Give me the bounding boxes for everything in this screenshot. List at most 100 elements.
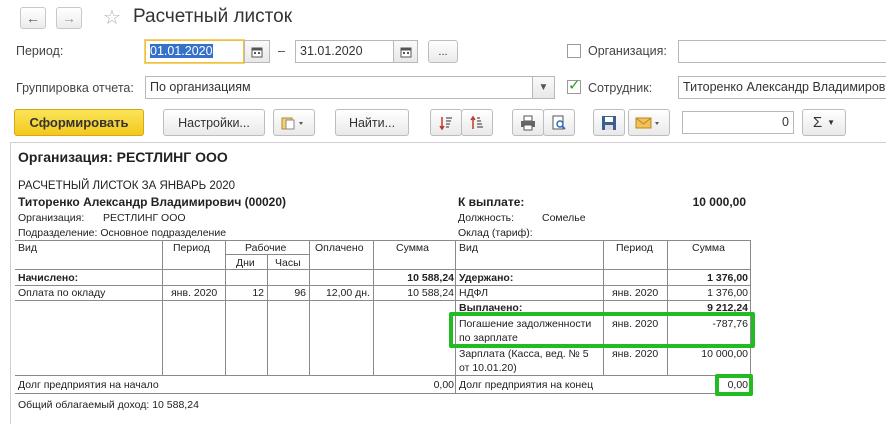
accrual-days: 12 — [252, 287, 264, 299]
calendar-icon — [251, 47, 263, 57]
preview-button[interactable] — [543, 109, 575, 136]
period-to-input[interactable]: 31.01.2020 — [295, 40, 394, 63]
window-title: Расчетный листок — [133, 6, 293, 27]
ndfl-period: янв. 2020 — [612, 287, 659, 299]
period-select-button[interactable]: ... — [428, 40, 458, 63]
org-value-small: РЕСТЛИНГ ООО — [103, 212, 186, 224]
sort-desc-icon — [439, 116, 452, 130]
period-to-calendar-button[interactable] — [394, 40, 418, 63]
organization-input[interactable] — [678, 40, 886, 63]
settings-button[interactable]: Настройки... — [163, 109, 265, 136]
sort-asc-button[interactable] — [461, 109, 493, 136]
accrual-row-border — [15, 300, 750, 301]
organization-checkbox[interactable] — [567, 44, 581, 58]
debt-end-label: Долг предприятия на конец — [459, 379, 594, 391]
department: Подразделение: Основное подразделение — [18, 227, 227, 239]
header-right-type: Вид — [459, 242, 478, 254]
period-dash: – — [278, 44, 285, 58]
grouping-select[interactable]: По организациям — [145, 76, 533, 99]
taxable-income: Общий облагаемый доход: 10 588,24 — [18, 399, 199, 411]
accrued-total: 10 588,24 — [407, 272, 454, 284]
header-hours: Часы — [275, 257, 301, 269]
accrued-row-border — [15, 285, 455, 286]
accrued-label: Начислено: — [18, 272, 79, 284]
find-button[interactable]: Найти... — [335, 109, 409, 136]
accrual-paid: 12,00 дн. — [325, 287, 370, 299]
debt-start-value: 0,00 — [433, 379, 454, 391]
salary-amount: 10 000,00 — [701, 348, 748, 360]
debt-footer-bottom — [15, 393, 750, 394]
position-label: Должность: — [458, 212, 515, 224]
accrual-type: Оплата по окладу — [18, 287, 106, 299]
salary-type-line2: от 10.01.20) — [459, 362, 517, 374]
chevron-down-icon: ▼ — [827, 118, 836, 127]
sort-desc-button[interactable] — [430, 109, 462, 136]
accrual-hours: 96 — [294, 287, 306, 299]
col-line-hours — [267, 254, 268, 375]
salary-rate-label: Оклад (тариф): — [458, 227, 533, 239]
header-bottom-border — [15, 269, 750, 270]
header-right-amount: Сумма — [692, 242, 725, 254]
debt-start-label: Долг предприятия на начало — [18, 379, 159, 391]
sum-mode-button[interactable]: Σ ▼ — [802, 109, 846, 136]
sort-asc-icon — [470, 115, 483, 129]
ndfl-amount: 1 376,00 — [707, 287, 748, 299]
withheld-label: Удержано: — [459, 272, 514, 284]
variant-icon — [281, 117, 303, 129]
forward-arrow-icon: → — [62, 10, 76, 26]
employee-name: Титоренко Александр Владимирович (00020) — [18, 195, 287, 209]
ndfl-type: НДФЛ — [459, 287, 488, 299]
sum-field[interactable]: 0 — [682, 111, 794, 134]
checkmark-icon: ✓ — [568, 77, 581, 94]
header-right-period: Период — [616, 242, 653, 254]
table-top-border — [15, 240, 750, 241]
header-paid: Оплачено — [315, 242, 364, 254]
period-from-calendar-button[interactable] — [244, 40, 270, 63]
back-arrow-icon: ← — [26, 10, 40, 26]
to-pay-value: 10 000,00 — [692, 195, 746, 209]
save-icon — [602, 115, 616, 130]
organization-label: Организация: — [588, 44, 667, 58]
header-working: Рабочие — [245, 242, 287, 254]
save-button[interactable] — [593, 109, 625, 136]
accrual-period: янв. 2020 — [171, 287, 218, 299]
org-label-small: Организация: — [18, 212, 85, 224]
col-line-period — [162, 240, 163, 375]
forward-button[interactable]: → — [56, 7, 82, 29]
debt-row-highlight — [449, 312, 755, 348]
header-days: Дни — [236, 257, 255, 269]
header-period: Период — [173, 242, 210, 254]
preview-icon — [552, 115, 566, 130]
accrual-amount: 10 588,24 — [407, 287, 454, 299]
to-pay-label: К выплате: — [458, 195, 525, 209]
generate-button[interactable]: Сформировать — [14, 109, 144, 136]
org-header: Организация: РЕСТЛИНГ ООО — [18, 149, 228, 165]
period-from-input[interactable]: 01.01.2020 — [145, 40, 244, 63]
calendar-icon — [400, 47, 411, 57]
debt-end-highlight — [715, 374, 753, 396]
grouping-dropdown-button[interactable]: ▼ — [533, 76, 555, 99]
col-line-paid — [309, 240, 310, 375]
salary-period: янв. 2020 — [612, 348, 659, 360]
col-line-days — [225, 240, 226, 375]
print-icon — [521, 115, 535, 130]
employee-label: Сотрудник: — [588, 81, 653, 95]
header-amount: Сумма — [396, 242, 429, 254]
print-button[interactable] — [512, 109, 544, 136]
period-label: Период: — [16, 44, 64, 58]
back-button[interactable]: ← — [20, 7, 46, 29]
salary-type-line1: Зарплата (Касса, вед. № 5 — [459, 348, 589, 360]
table-body-bottom — [15, 375, 750, 376]
grouping-label: Группировка отчета: — [16, 81, 134, 95]
mail-icon — [635, 117, 659, 128]
chevron-down-icon: ▼ — [538, 82, 549, 93]
variant-button[interactable] — [273, 109, 315, 136]
employee-input[interactable]: Титоренко Александр Владимиров — [678, 76, 886, 99]
mail-button[interactable] — [628, 109, 670, 136]
payslip-title: РАСЧЕТНЫЙ ЛИСТОК ЗА ЯНВАРЬ 2020 — [18, 180, 236, 192]
withheld-total: 1 376,00 — [707, 272, 748, 284]
header-type: Вид — [18, 242, 37, 254]
favorite-star-icon[interactable]: ☆ — [103, 5, 121, 30]
col-line-right-amount — [667, 240, 668, 375]
col-line-amount — [373, 240, 374, 375]
